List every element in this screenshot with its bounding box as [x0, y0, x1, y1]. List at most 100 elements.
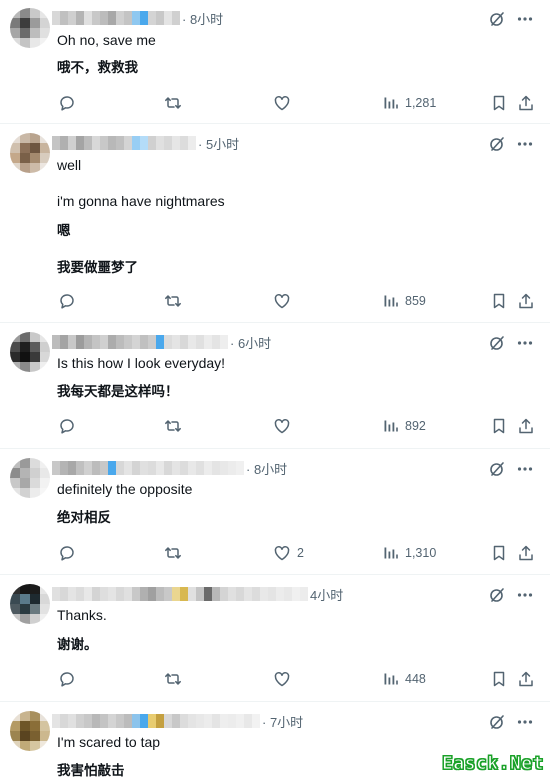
views-button[interactable]: 892 [383, 416, 426, 436]
repost-button[interactable] [164, 543, 188, 563]
repost-button[interactable] [164, 416, 188, 436]
bookmark-button[interactable] [490, 93, 508, 113]
reply-button[interactable] [58, 291, 82, 311]
avatar[interactable] [10, 332, 50, 372]
more-icon[interactable] [516, 713, 534, 731]
more-icon[interactable] [516, 334, 534, 352]
share-button[interactable] [517, 543, 535, 563]
repost-button[interactable] [164, 291, 188, 311]
grok-icon[interactable] [488, 713, 506, 731]
reply-button[interactable] [58, 669, 82, 689]
blurred-username[interactable] [52, 714, 260, 728]
avatar[interactable] [10, 8, 50, 48]
timestamp[interactable]: · 5小时 [198, 134, 239, 153]
share-icon [517, 292, 535, 310]
timestamp[interactable]: · 8小时 [246, 459, 287, 478]
views-icon [383, 418, 399, 434]
like-icon [273, 417, 291, 435]
top-icons [488, 586, 534, 604]
more-icon[interactable] [516, 586, 534, 604]
views-icon [383, 95, 399, 111]
reply-header: · 6小时 [52, 332, 271, 352]
timestamp[interactable]: 4小时 [310, 585, 343, 604]
reply-icon [58, 94, 76, 112]
reply-item[interactable]: · 5小时 well i'm gonna have nightmares 嗯 我… [0, 125, 550, 323]
action-bar: 2 1,310 [0, 543, 550, 563]
action-bar: 892 [0, 416, 550, 436]
top-icons [488, 713, 534, 731]
grok-icon[interactable] [488, 10, 506, 28]
reply-icon [58, 544, 76, 562]
blurred-username[interactable] [52, 335, 228, 349]
timestamp[interactable]: · 6小时 [230, 333, 271, 352]
more-icon[interactable] [516, 135, 534, 153]
reply-button[interactable] [58, 416, 82, 436]
reply-translation: 绝对相反 [57, 510, 111, 525]
bookmark-button[interactable] [490, 416, 508, 436]
blurred-username[interactable] [52, 587, 308, 601]
share-icon [517, 417, 535, 435]
reply-icon [58, 417, 76, 435]
views-button[interactable]: 1,281 [383, 93, 436, 113]
timestamp[interactable]: · 8小时 [182, 9, 223, 28]
reply-button[interactable] [58, 93, 82, 113]
like-icon [273, 292, 291, 310]
share-button[interactable] [517, 93, 535, 113]
views-icon [383, 671, 399, 687]
blurred-username[interactable] [52, 136, 196, 150]
reply-item[interactable]: 4小时 Thanks. 谢谢。 448 [0, 576, 550, 702]
avatar[interactable] [10, 458, 50, 498]
more-icon[interactable] [516, 10, 534, 28]
repost-icon [164, 94, 182, 112]
grok-icon[interactable] [488, 460, 506, 478]
repost-icon [164, 670, 182, 688]
bookmark-button[interactable] [490, 669, 508, 689]
reply-translation: 谢谢。 [57, 637, 98, 652]
like-button[interactable]: 2 [273, 543, 304, 563]
repost-button[interactable] [164, 93, 188, 113]
reply-item[interactable]: · 6小时 Is this how I look everyday! 我每天都是… [0, 324, 550, 449]
grok-icon[interactable] [488, 586, 506, 604]
views-button[interactable]: 448 [383, 669, 426, 689]
views-button[interactable]: 859 [383, 291, 426, 311]
share-button[interactable] [517, 416, 535, 436]
bookmark-icon [490, 544, 508, 562]
reply-header: · 5小时 [52, 133, 239, 153]
reply-text: Is this how I look everyday! [57, 355, 226, 371]
grok-icon[interactable] [488, 334, 506, 352]
views-count: 1,281 [405, 96, 437, 110]
repost-icon [164, 292, 182, 310]
like-button[interactable] [273, 669, 297, 689]
views-button[interactable]: 1,310 [383, 543, 436, 563]
timestamp[interactable]: · 7小时 [262, 712, 303, 731]
reply-item[interactable]: · 8小时 definitely the opposite 绝对相反 2 1,31… [0, 450, 550, 575]
bookmark-icon [490, 94, 508, 112]
blurred-username[interactable] [52, 11, 180, 25]
share-button[interactable] [517, 669, 535, 689]
grok-icon[interactable] [488, 135, 506, 153]
repost-button[interactable] [164, 669, 188, 689]
reply-text: Thanks. [57, 607, 107, 623]
repost-icon [164, 544, 182, 562]
share-button[interactable] [517, 291, 535, 311]
avatar[interactable] [10, 133, 50, 173]
views-count: 859 [405, 294, 426, 308]
reply-translation: 我每天都是这样吗！ [57, 384, 179, 399]
reply-button[interactable] [58, 543, 82, 563]
share-icon [517, 94, 535, 112]
reply-text: Oh no, save me [57, 32, 156, 48]
reply-item[interactable]: · 8小时 Oh no, save me 哦不，救救我 1,281 [0, 0, 550, 124]
avatar[interactable] [10, 584, 50, 624]
like-button[interactable] [273, 291, 297, 311]
more-icon[interactable] [516, 460, 534, 478]
like-button[interactable] [273, 416, 297, 436]
like-icon [273, 94, 291, 112]
avatar[interactable] [10, 711, 50, 751]
bookmark-button[interactable] [490, 291, 508, 311]
blurred-username[interactable] [52, 461, 244, 475]
reply-header: · 7小时 [52, 711, 303, 731]
share-icon [517, 670, 535, 688]
views-icon [383, 545, 399, 561]
like-button[interactable] [273, 93, 297, 113]
bookmark-button[interactable] [490, 543, 508, 563]
